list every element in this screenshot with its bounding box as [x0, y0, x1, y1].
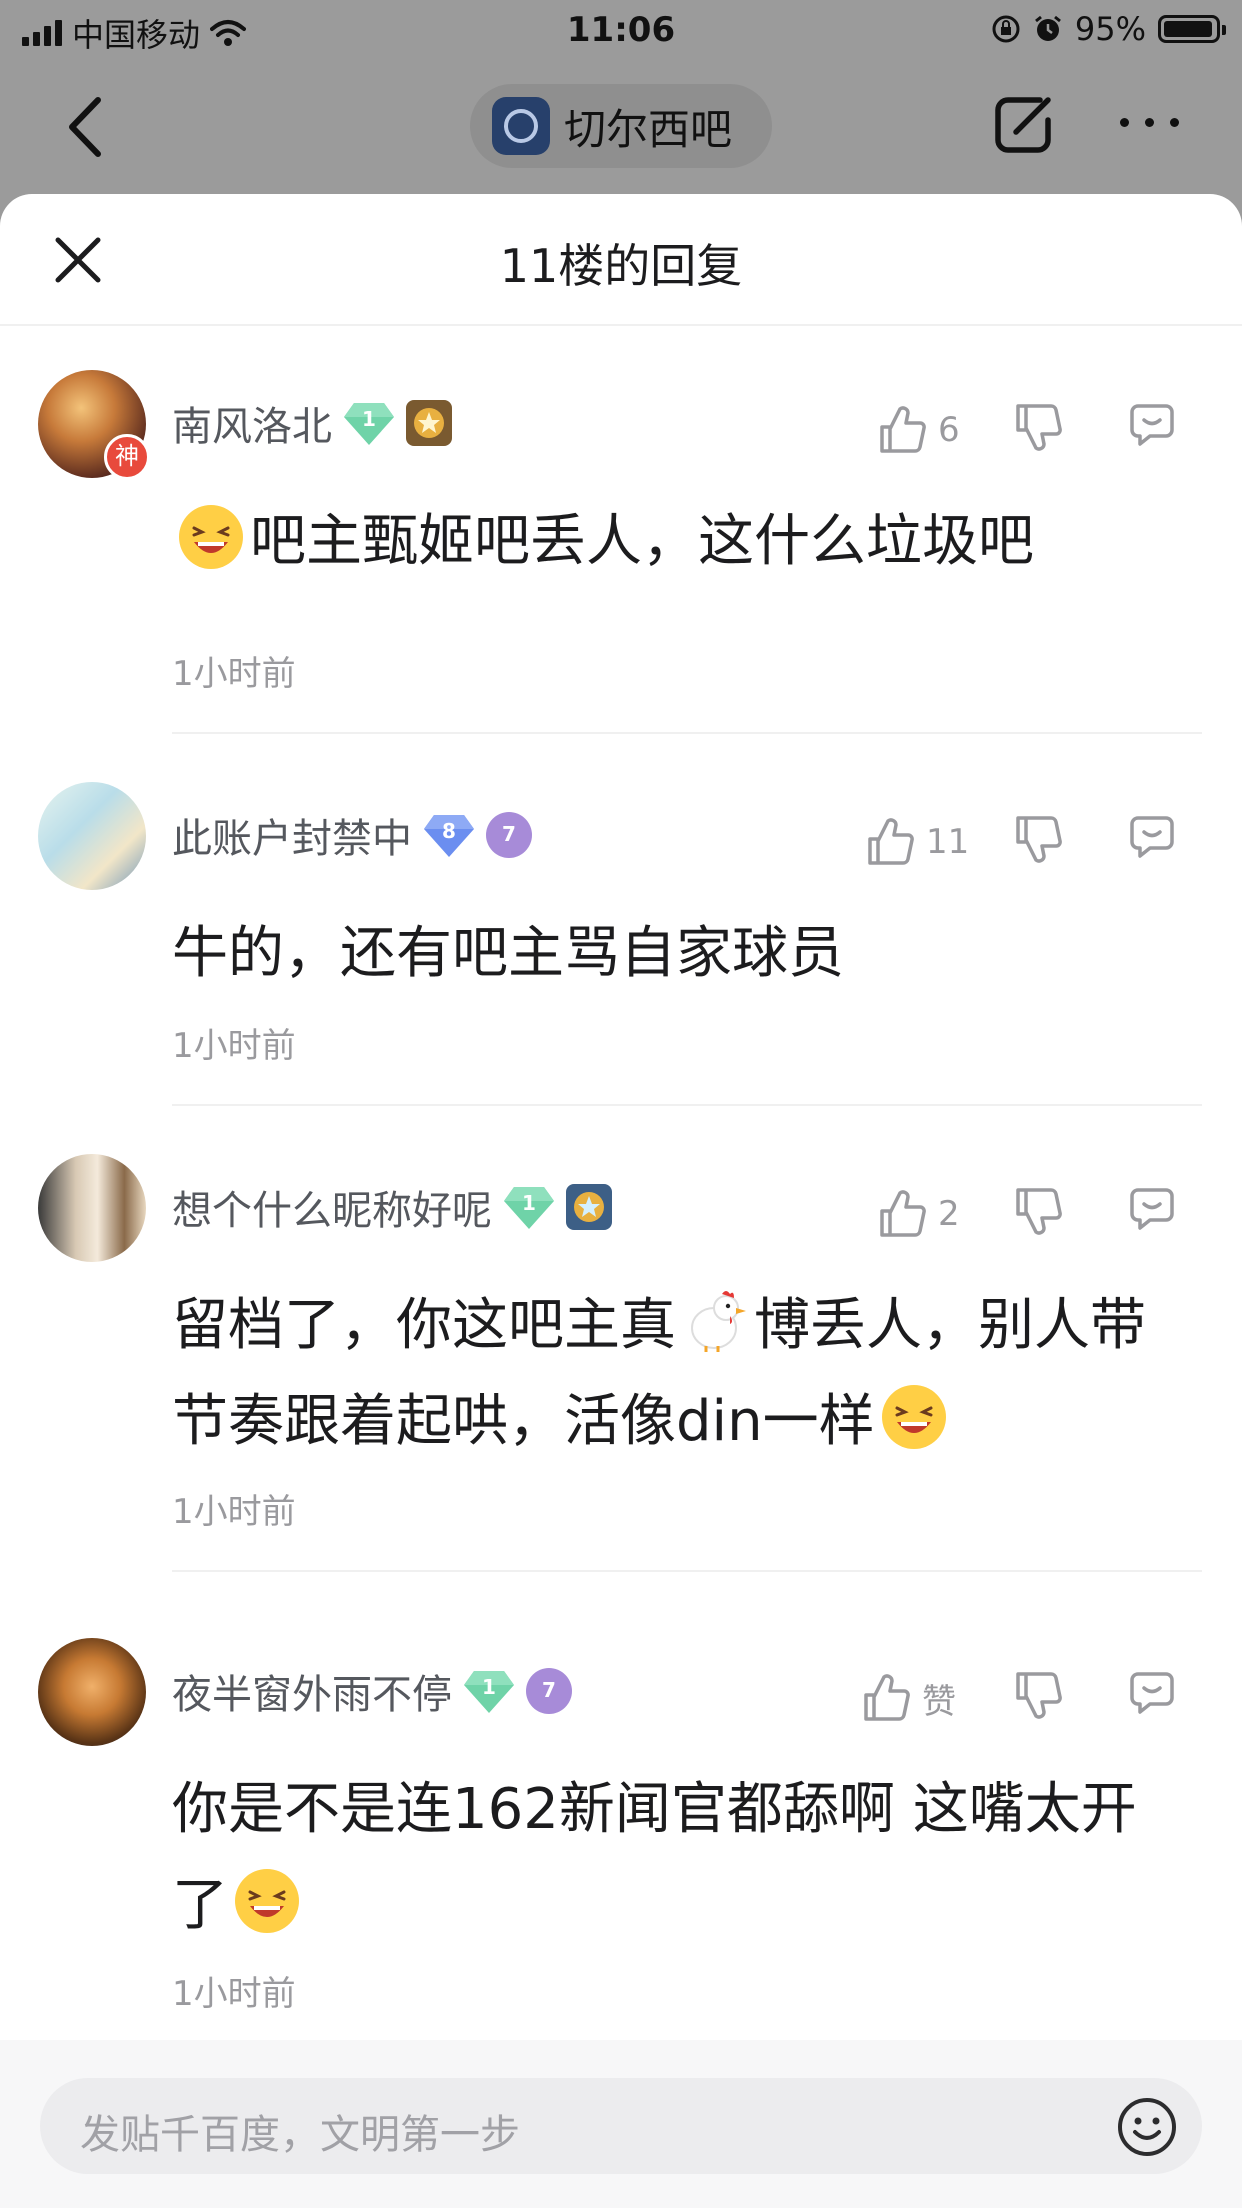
reply-sheet: 11楼的回复 神 南风洛北 1 6 吧主甄姬吧丢人，这什么垃圾吧 1小时前 此账…	[0, 194, 1242, 2208]
reply-content: 牛的，还有吧主骂自家球员	[172, 906, 1182, 1002]
avatar[interactable]	[38, 782, 146, 890]
avatar[interactable]	[38, 1638, 146, 1746]
comment-icon[interactable]	[1128, 402, 1176, 448]
username-row: 想个什么昵称好呢 1	[172, 1178, 612, 1236]
more-icon[interactable]	[1120, 118, 1179, 127]
battery-percent: 95%	[1074, 10, 1146, 48]
reply-actions: 2	[842, 1184, 1242, 1244]
medal-level: 7	[542, 1678, 556, 1702]
laughing-emoji-icon	[179, 505, 243, 569]
edit-icon[interactable]	[988, 90, 1058, 160]
like-count: 6	[938, 410, 960, 450]
like-button[interactable]: 赞	[862, 1668, 956, 1728]
gem-level: 1	[482, 1675, 496, 1699]
reply-content: 你是不是连162新闻官都舔啊 这嘴太开了	[172, 1762, 1182, 1954]
like-count: 2	[938, 1194, 960, 1234]
alarm-icon	[1034, 15, 1061, 41]
medal-level: 7	[502, 822, 516, 846]
forum-pill[interactable]: 切尔西吧	[470, 84, 772, 168]
like-button[interactable]: 6	[878, 400, 960, 460]
reply-time: 1小时前	[172, 1026, 296, 1066]
forum-name: 切尔西吧	[564, 104, 733, 154]
reply-text: 你是不是连162新闻官都舔啊 这嘴太开了	[172, 1777, 1137, 1938]
divider	[172, 1104, 1202, 1106]
star-medal-icon	[566, 1184, 612, 1230]
reply-time: 1小时前	[172, 1492, 296, 1532]
username[interactable]: 此账户封禁中	[172, 806, 412, 864]
level-gem-icon: 1	[464, 1669, 514, 1713]
thumbs-down-icon[interactable]	[1014, 402, 1062, 452]
level-gem-icon: 1	[504, 1185, 554, 1229]
username[interactable]: 夜半窗外雨不停	[172, 1662, 452, 1720]
gem-level: 1	[362, 407, 376, 431]
sheet-header: 11楼的回复	[0, 194, 1242, 326]
thumbs-down-icon[interactable]	[1014, 1670, 1062, 1720]
comment-icon[interactable]	[1128, 1186, 1176, 1232]
battery-icon	[1158, 15, 1226, 43]
username[interactable]: 南风洛北	[172, 394, 332, 452]
gem-level: 1	[522, 1191, 536, 1215]
nav-bar: 切尔西吧	[0, 62, 1242, 194]
divider	[172, 732, 1202, 734]
thumbs-up-icon	[864, 1674, 910, 1721]
thumbs-down-icon[interactable]	[1014, 1186, 1062, 1236]
username-row: 此账户封禁中 8 7	[172, 806, 532, 864]
thumbs-up-icon	[880, 1190, 926, 1237]
level-gem-icon: 8	[424, 813, 474, 857]
rotation-lock-icon	[992, 15, 1020, 43]
gem-level: 8	[442, 819, 456, 843]
reply-content: 吧主甄姬吧丢人，这什么垃圾吧	[172, 494, 1182, 590]
level-gem-icon: 1	[344, 401, 394, 445]
reply-actions: 赞	[842, 1668, 1242, 1728]
star-medal-icon	[406, 400, 452, 446]
status-right: 95%	[991, 10, 1226, 48]
chicken-emoji-icon	[691, 1291, 746, 1352]
like-button[interactable]: 11	[866, 812, 969, 872]
username-row: 南风洛北 1	[172, 394, 452, 452]
username[interactable]: 想个什么昵称好呢	[172, 1178, 492, 1236]
comment-icon[interactable]	[1128, 814, 1176, 860]
thumbs-down-icon[interactable]	[1014, 814, 1062, 864]
status-bar: 中国移动 11:06 95%	[0, 0, 1242, 62]
reply-text-part1: 留档了，你这吧主真	[172, 1293, 676, 1358]
level-medal-icon: 7	[486, 812, 532, 858]
battery-fill	[1164, 21, 1212, 37]
bottom-bar: 发贴千百度，文明第一步	[0, 2040, 1242, 2208]
comment-icon[interactable]	[1128, 1670, 1176, 1716]
avatar[interactable]	[38, 1154, 146, 1262]
reply-time: 1小时前	[172, 1974, 296, 2014]
forum-avatar	[492, 97, 550, 155]
reply-content: 留档了，你这吧主真 博丢人，别人带节奏跟着起哄，活像din一样	[172, 1278, 1182, 1470]
back-icon[interactable]	[58, 92, 118, 162]
laughing-emoji-icon	[881, 1385, 946, 1449]
thumbs-up-icon	[880, 406, 926, 453]
reply-actions: 11	[842, 812, 1242, 872]
reply-time: 1小时前	[172, 654, 296, 694]
like-button[interactable]: 2	[878, 1184, 960, 1244]
reply-input[interactable]: 发贴千百度，文明第一步	[40, 2078, 1202, 2174]
username-row: 夜半窗外雨不停 1 7	[172, 1662, 572, 1720]
thumbs-up-icon	[868, 818, 914, 865]
sheet-title: 11楼的回复	[499, 239, 743, 293]
level-medal-icon: 7	[526, 1668, 572, 1714]
reply-actions: 6	[842, 400, 1242, 460]
reply-text: 吧主甄姬吧丢人，这什么垃圾吧	[250, 509, 1034, 574]
like-label: 赞	[922, 1681, 956, 1722]
reply-text: 牛的，还有吧主骂自家球员	[172, 921, 844, 986]
laughing-emoji-icon	[235, 1869, 299, 1933]
avatar-badge: 神	[104, 434, 150, 480]
input-placeholder: 发贴千百度，文明第一步	[80, 2112, 520, 2158]
divider	[172, 1570, 1202, 1572]
emoji-icon[interactable]	[1116, 2096, 1178, 2158]
like-count: 11	[926, 822, 970, 862]
